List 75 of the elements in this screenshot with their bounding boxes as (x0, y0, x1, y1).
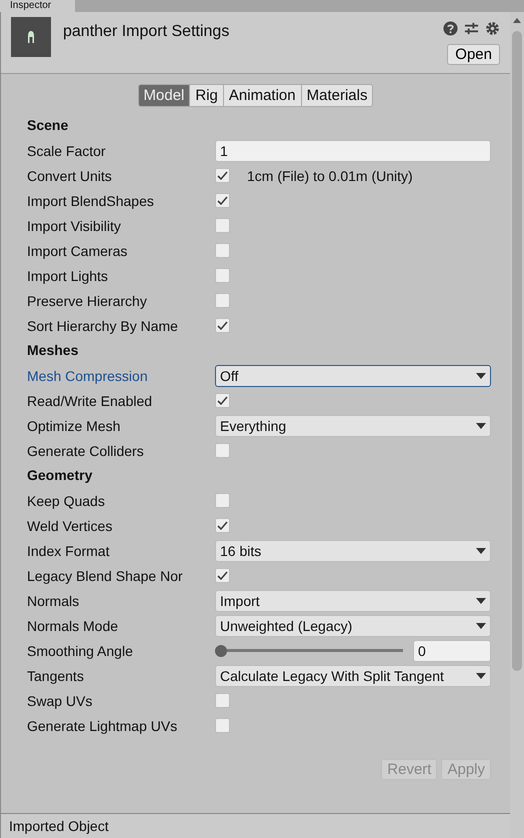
checkbox[interactable] (215, 568, 230, 583)
field-label: Optimize Mesh (27, 418, 122, 434)
field-label: Swap UVs (27, 692, 94, 708)
checkbox[interactable] (215, 318, 230, 333)
section-heading: Scene (27, 116, 70, 135)
field-label: Tangents (27, 668, 85, 684)
status-bar: Imported Object (1, 813, 510, 838)
checkbox[interactable] (215, 243, 230, 258)
header-title: panther Import Settings (63, 22, 230, 42)
field-label: Legacy Blend Shape Nor (27, 568, 184, 584)
tab[interactable]: Animation (224, 84, 302, 107)
checkbox[interactable] (215, 218, 230, 233)
checkmark-icon (217, 196, 228, 205)
checkmark-icon (217, 521, 228, 530)
caret-icon (476, 672, 486, 678)
dropdown[interactable]: Calculate Legacy With Split Tangent (215, 664, 491, 686)
checkbox[interactable] (215, 393, 230, 408)
field-label: Keep Quads (27, 492, 106, 508)
checkbox[interactable] (215, 193, 230, 208)
caret-icon (476, 372, 486, 378)
field-label: Convert Units (27, 168, 113, 184)
sliders-icon[interactable] (464, 21, 479, 36)
scrollbar-thumb[interactable] (512, 31, 522, 671)
caret-icon (476, 622, 486, 628)
checkbox[interactable] (215, 493, 230, 508)
field-label: Smoothing Angle (27, 642, 134, 658)
tab[interactable]: Materials (302, 84, 374, 107)
scroll-up-icon[interactable] (513, 18, 521, 23)
dropdown[interactable]: Everything (215, 414, 491, 436)
checkbox[interactable] (215, 268, 230, 283)
checkmark-icon (217, 571, 228, 580)
field-label: Generate Lightmap UVs (27, 718, 178, 734)
help-icon[interactable] (443, 21, 458, 36)
field-label: Read/Write Enabled (27, 392, 154, 408)
section-heading: Meshes (27, 341, 80, 360)
field-label: Sort Hierarchy By Name (27, 318, 179, 334)
open-button[interactable]: Open (447, 44, 500, 65)
caret-icon (476, 598, 486, 604)
checkmark-icon (217, 321, 228, 330)
field-label: Preserve Hierarchy (27, 292, 148, 308)
field-label: Generate Colliders (27, 442, 145, 458)
checkmark-icon (217, 171, 228, 180)
units-note: 1cm (File) to 0.01m (Unity) (247, 168, 413, 184)
dropdown[interactable]: Unweighted (Legacy) (215, 614, 491, 636)
checkmark-icon (217, 396, 228, 405)
inspector-tab[interactable]: Inspector (0, 0, 76, 12)
field-label: Normals Mode (27, 618, 120, 634)
dropdown[interactable]: 16 bits (215, 540, 491, 562)
checkbox[interactable] (215, 718, 230, 733)
field-label: Index Format (27, 542, 110, 558)
checkbox[interactable] (215, 168, 230, 183)
caret-icon (476, 548, 486, 554)
input-field[interactable]: 1 (215, 140, 491, 162)
field-label: Mesh Compression (27, 368, 149, 384)
settings-icon[interactable] (485, 21, 500, 36)
dropdown[interactable]: Import (215, 590, 491, 612)
field-label: Normals (27, 592, 80, 608)
slider-thumb[interactable] (215, 644, 227, 656)
figure-icon (27, 30, 35, 44)
checkbox[interactable] (215, 518, 230, 533)
field-label: Scale Factor (27, 142, 107, 158)
field-label: Import Cameras (27, 242, 128, 258)
tab[interactable]: Rig (190, 84, 224, 107)
dropdown[interactable]: Off (215, 364, 491, 386)
number-field[interactable]: 0 (413, 640, 491, 662)
checkbox[interactable] (215, 693, 230, 708)
tab[interactable]: Model (138, 84, 190, 107)
field-label: Import BlendShapes (27, 192, 155, 208)
field-label: Import Lights (27, 268, 109, 284)
section-heading: Geometry (27, 466, 94, 485)
caret-icon (476, 422, 486, 428)
checkbox[interactable] (215, 443, 230, 458)
field-label: Weld Vertices (27, 518, 114, 534)
field-label: Import Visibility (27, 218, 122, 234)
checkbox[interactable] (215, 293, 230, 308)
